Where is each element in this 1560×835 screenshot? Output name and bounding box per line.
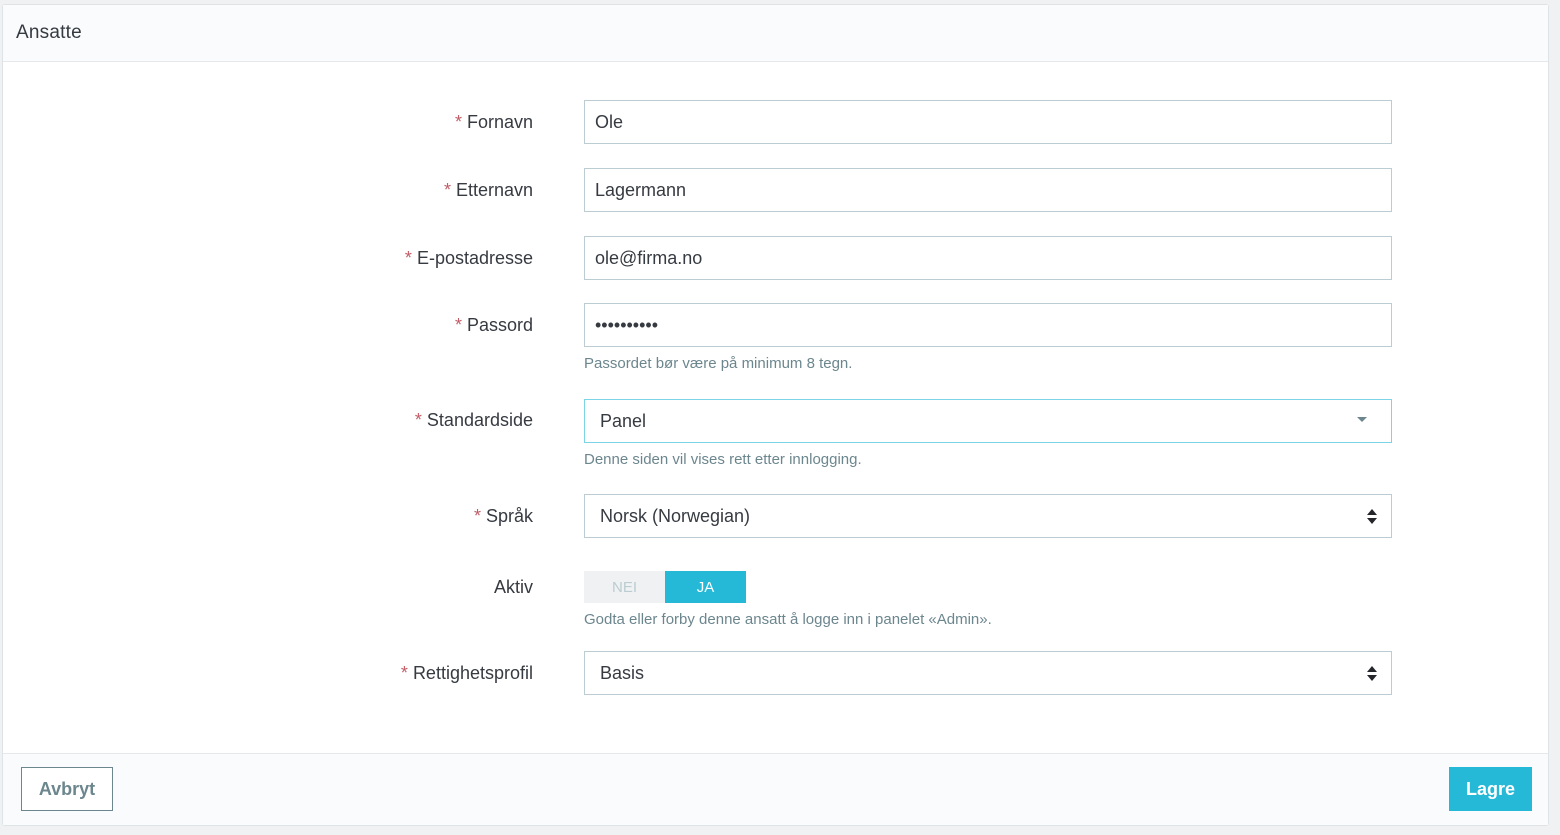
language-select[interactable]: Norsk (Norwegian) <box>584 494 1392 538</box>
language-selected: Norsk (Norwegian) <box>600 505 751 526</box>
employee-form: *Fornavn *Etternavn *E-postadresse *Pass… <box>3 62 1548 755</box>
cancel-button[interactable]: Avbryt <box>21 767 113 811</box>
caret-down-icon <box>1357 417 1367 422</box>
required-marker: * <box>454 315 462 335</box>
password-label: * Passord <box>454 315 533 335</box>
panel-header: Ansatte <box>3 5 1548 62</box>
default-page-select[interactable]: Panel <box>584 399 1392 443</box>
email-label: * E-postadresse <box>404 248 533 268</box>
profile-label: * Rettighetsprofil <box>400 663 533 683</box>
firstname-input[interactable] <box>584 100 1392 144</box>
active-label: Aktiv <box>493 577 533 597</box>
password-help: Passordet bør være på minimum 8 tegn. <box>584 355 853 372</box>
default-page-selected: Panel <box>600 410 647 431</box>
required-marker: * <box>454 112 462 132</box>
select-arrows-icon <box>1367 666 1377 682</box>
lastname-input[interactable] <box>584 168 1392 212</box>
active-switch-off[interactable]: NEI <box>584 571 665 603</box>
active-switch[interactable]: NEI JA <box>584 571 746 603</box>
save-button[interactable]: Lagre <box>1449 767 1532 811</box>
required-marker: * <box>404 248 412 268</box>
active-switch-on[interactable]: JA <box>665 571 746 603</box>
required-marker: * <box>443 180 451 200</box>
firstname-label: * Fornavn <box>454 112 533 132</box>
active-help: Godta eller forby denne ansatt å logge i… <box>584 611 992 628</box>
required-marker: * <box>400 663 408 683</box>
page-title: Ansatte <box>16 22 82 43</box>
lastname-label: * Etternavn <box>443 180 533 200</box>
required-marker: * <box>414 410 422 430</box>
panel-footer: Avbryt Lagre <box>3 753 1548 825</box>
password-input[interactable] <box>584 303 1392 347</box>
profile-selected: Basis <box>600 662 645 683</box>
employee-form-panel: Ansatte *Fornavn *Etternavn *E-postadres… <box>2 4 1549 826</box>
email-input[interactable] <box>584 236 1392 280</box>
default-page-help: Denne siden vil vises rett etter innlogg… <box>584 451 862 468</box>
profile-select[interactable]: Basis <box>584 651 1392 695</box>
select-arrows-icon <box>1367 509 1377 525</box>
required-marker: * <box>473 506 481 526</box>
default-page-label: * Standardside <box>414 410 533 430</box>
language-label: * Språk <box>473 506 533 526</box>
